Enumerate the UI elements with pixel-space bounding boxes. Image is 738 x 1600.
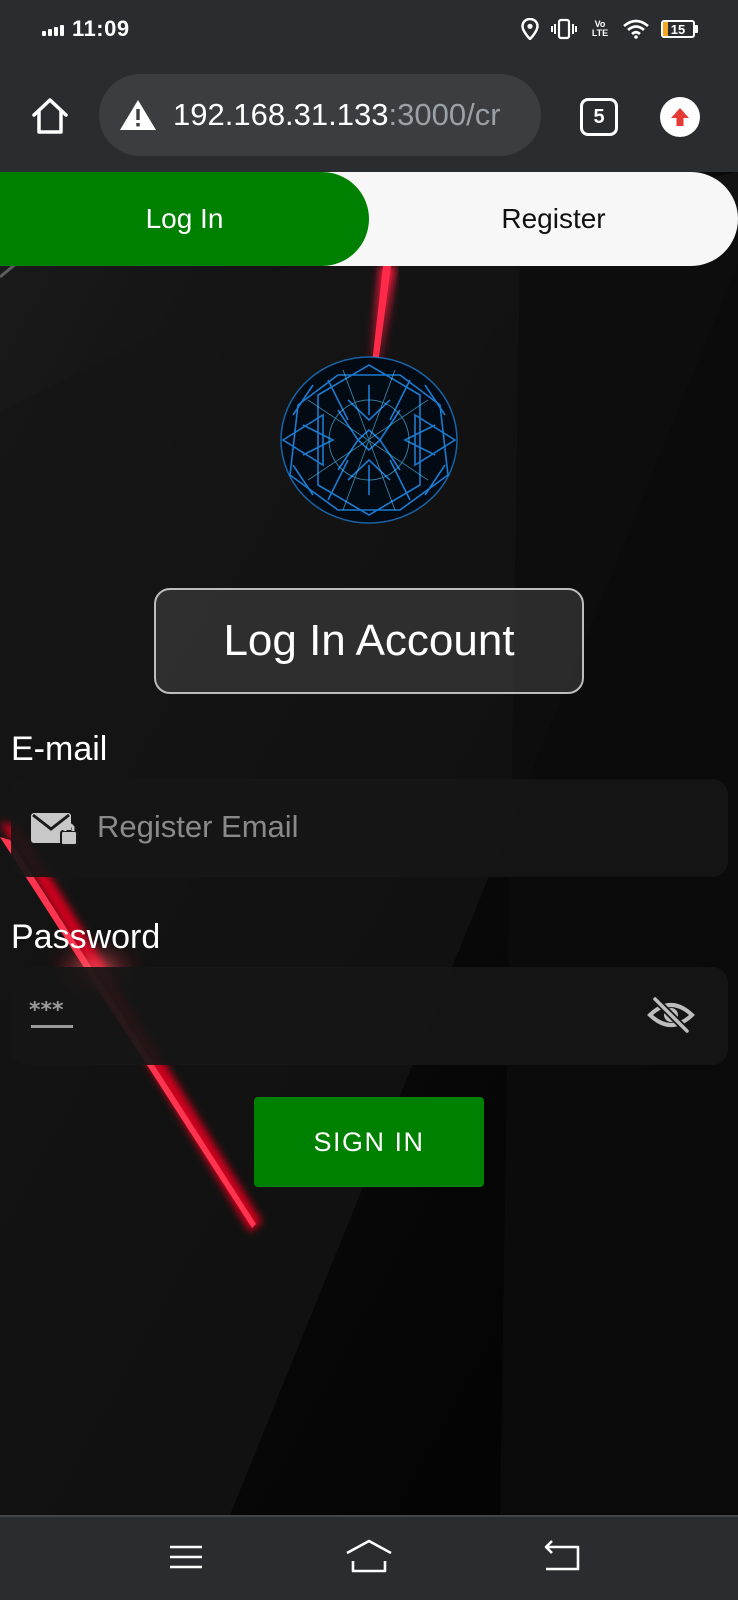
battery-icon: 15 [661, 20, 698, 38]
status-bar: 11:09 Vo LTE 15 [0, 0, 738, 58]
battery-level: 15 [670, 21, 686, 37]
login-screen: Register Log In Log In Account E-mail Re… [0, 172, 738, 1515]
lte-indicator: Vo LTE [591, 19, 609, 38]
tab-login[interactable]: Log In [0, 172, 369, 266]
wifi-icon [623, 19, 649, 39]
page-title-text: Log In Account [223, 616, 515, 665]
signal-icon [42, 22, 64, 36]
warning-icon[interactable] [119, 99, 157, 131]
update-button[interactable] [660, 97, 700, 137]
email-label: E-mail [11, 730, 108, 768]
email-field[interactable]: Register Email [11, 779, 728, 877]
home-icon[interactable] [28, 94, 72, 138]
tab-switcher-button[interactable]: 5 [580, 98, 618, 136]
update-icon [671, 108, 689, 126]
sign-in-button[interactable]: SIGN IN [254, 1097, 484, 1187]
password-label: Password [11, 918, 161, 956]
email-placeholder: Register Email [97, 809, 299, 844]
menu-icon[interactable] [162, 1537, 210, 1577]
home-nav-icon[interactable] [345, 1537, 393, 1577]
tab-login-label: Log In [145, 203, 224, 234]
url-host: 192.168.31.133 [173, 97, 389, 132]
back-icon[interactable] [540, 1537, 588, 1577]
tab-register-label: Register [501, 203, 606, 234]
status-time: 11:09 [72, 16, 130, 41]
page-title: Log In Account [154, 588, 584, 694]
tab-register[interactable]: Register [369, 172, 738, 266]
visibility-off-icon[interactable] [647, 995, 695, 1035]
auth-tab-bar: Register Log In [0, 172, 738, 266]
password-field[interactable]: *** [11, 967, 728, 1065]
browser-toolbar: 192.168.31.133:3000/cr 5 [0, 58, 738, 172]
address-bar[interactable]: 192.168.31.133:3000/cr [99, 74, 541, 156]
location-icon [521, 18, 539, 40]
password-icon: *** [29, 1001, 73, 1028]
vibrate-icon [551, 18, 577, 40]
tab-count: 5 [593, 105, 605, 128]
system-nav-bar [0, 1515, 738, 1600]
mail-lock-icon [31, 813, 78, 846]
url-path: :3000/cr [388, 97, 501, 132]
sign-in-label: SIGN IN [313, 1126, 425, 1157]
app-logo [280, 356, 458, 524]
svg-text:***: *** [29, 1001, 64, 1023]
